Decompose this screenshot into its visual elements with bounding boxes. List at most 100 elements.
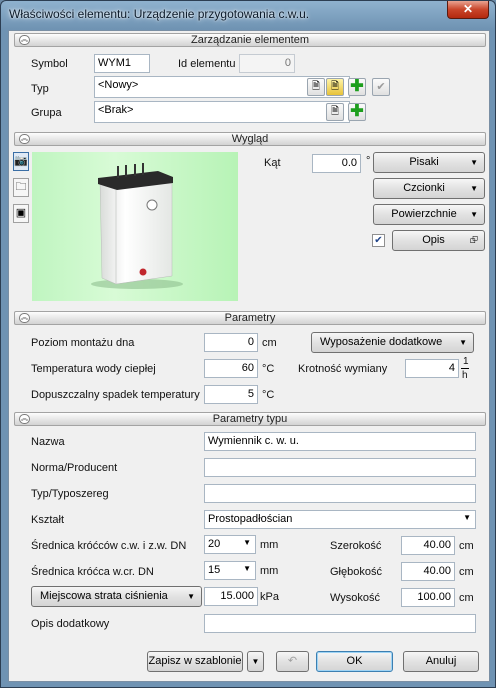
series-input[interactable] <box>204 484 476 503</box>
folder-icon[interactable]: 🗀 <box>13 178 29 197</box>
description-label: Opis <box>422 234 445 246</box>
dn-wcr-value: 15 <box>208 564 221 576</box>
section-type-parameters-header[interactable]: ︽ Parametry typu <box>14 412 486 426</box>
temp-drop-unit: °C <box>262 389 275 401</box>
boiler-image <box>91 163 183 289</box>
symbol-label: Symbol <box>31 58 68 70</box>
type-library-icon[interactable]: 🗎 <box>326 78 344 96</box>
properties-window: Właściwości elementu: Urządzenie przygot… <box>0 0 496 688</box>
type-browse-icon[interactable]: 🗎 <box>307 78 325 96</box>
confirm-type-icon[interactable]: ✔ <box>372 78 390 96</box>
water-temp-label: Temperatura wody ciepłej <box>31 363 156 375</box>
fraction-bar <box>461 368 469 369</box>
section-title: Wygląd <box>231 133 269 145</box>
norm-label: Norma/Producent <box>31 462 118 474</box>
fonts-label: Czcionki <box>403 182 445 194</box>
dn-cw-unit: mm <box>260 539 279 551</box>
fonts-button[interactable]: Czcionki ▼ <box>373 178 485 199</box>
pressure-loss-label: Miejscowa strata ciśnienia <box>40 590 168 602</box>
height-input[interactable]: 100.00 <box>401 588 455 607</box>
dropdown-arrow-icon: ▼ <box>463 513 471 522</box>
add-type-button[interactable]: ✚ <box>348 78 366 96</box>
element-preview <box>32 152 238 301</box>
pens-button[interactable]: Pisaki ▼ <box>373 152 485 173</box>
cancel-button[interactable]: Anuluj <box>403 651 479 672</box>
save-template-button[interactable]: Zapisz w szablonie <box>147 651 243 672</box>
dropdown-arrow-icon: ▼ <box>459 338 467 347</box>
section-management-header[interactable]: ︽ Zarządzanie elementem <box>14 33 486 47</box>
depth-unit: cm <box>459 566 474 578</box>
width-input[interactable]: 40.00 <box>401 536 455 555</box>
pressure-loss-unit: kPa <box>260 591 279 603</box>
mount-level-label: Poziom montażu dna <box>31 337 135 349</box>
description-button[interactable]: Opis ⮺ <box>392 230 485 251</box>
name-input[interactable]: Wymiennik c. w. u. <box>204 432 476 451</box>
section-appearance-header[interactable]: ︽ Wygląd <box>14 132 486 146</box>
group-browse-icon[interactable]: 🗎 <box>326 103 344 121</box>
dropdown-arrow-icon: ▼ <box>243 564 251 573</box>
title-bar[interactable]: Właściwości elementu: Urządzenie przygot… <box>1 1 495 29</box>
depth-input[interactable]: 40.00 <box>401 562 455 581</box>
element-id-label: Id elementu <box>178 58 236 70</box>
extra-description-input[interactable] <box>204 614 476 633</box>
surfaces-label: Powierzchnie <box>391 208 457 220</box>
extra-description-label: Opis dodatkowy <box>31 618 110 630</box>
element-id-field: 0 <box>239 54 295 73</box>
water-temp-unit: °C <box>262 363 275 375</box>
group-label: Grupa <box>31 107 62 119</box>
surfaces-button[interactable]: Powierzchnie ▼ <box>373 204 485 225</box>
temp-drop-label: Dopuszczalny spadek temperatury <box>31 389 200 401</box>
name-label: Nazwa <box>31 436 65 448</box>
open-window-icon: ⮺ <box>469 235 478 246</box>
cube-icon[interactable]: ▣ <box>13 204 29 223</box>
ok-button[interactable]: OK <box>316 651 393 672</box>
description-checkbox[interactable]: ✔ <box>372 234 385 247</box>
symbol-input[interactable]: WYM1 <box>94 54 150 73</box>
shape-select[interactable]: Prostopadłościan ▼ <box>204 510 476 529</box>
series-label: Typ/Typoszereg <box>31 488 109 500</box>
close-button[interactable]: ✕ <box>447 1 489 19</box>
width-label: Szerokość <box>330 540 382 552</box>
equipment-dropdown[interactable]: Wyposażenie dodatkowe ▼ <box>311 332 474 353</box>
camera-icon[interactable]: 📷 <box>13 152 29 171</box>
exchange-rate-input[interactable]: 4 <box>405 359 459 378</box>
temp-drop-input[interactable]: 5 <box>204 385 258 404</box>
dropdown-arrow-icon: ▼ <box>243 538 251 547</box>
water-temp-input[interactable]: 60 <box>204 359 258 378</box>
angle-unit: ° <box>366 155 371 167</box>
section-parameters-header[interactable]: ︽ Parametry <box>14 311 486 325</box>
pens-label: Pisaki <box>409 156 439 168</box>
exchange-unit-numerator: 1 <box>463 356 469 367</box>
depth-label: Głębokość <box>330 566 382 578</box>
pressure-loss-input[interactable]: 15.000 <box>204 587 258 606</box>
mount-level-unit: cm <box>262 337 277 349</box>
dn-cw-value: 20 <box>208 538 221 550</box>
height-label: Wysokość <box>330 592 381 604</box>
exchange-unit-denominator: h <box>462 370 468 381</box>
dn-wcr-unit: mm <box>260 565 279 577</box>
width-unit: cm <box>459 540 474 552</box>
dialog-body: ︽ Zarządzanie elementem Symbol WYM1 Id e… <box>8 30 490 682</box>
equipment-label: Wyposażenie dodatkowe <box>320 336 443 348</box>
mount-level-input[interactable]: 0 <box>204 333 258 352</box>
shape-value: Prostopadłościan <box>208 513 293 525</box>
dn-wcr-label: Średnica króćca w.cr. DN <box>31 566 154 578</box>
dropdown-arrow-icon: ▼ <box>187 592 195 601</box>
dn-cw-select[interactable]: 20 ▼ <box>204 535 256 554</box>
angle-label: Kąt <box>264 157 281 169</box>
angle-input[interactable]: 0.0 <box>312 154 361 173</box>
dn-cw-label: Średnica króćców c.w. i z.w. DN <box>31 540 187 552</box>
save-template-dropdown[interactable]: ▼ <box>247 651 264 672</box>
pressure-loss-dropdown[interactable]: Miejscowa strata ciśnienia ▼ <box>31 586 202 607</box>
norm-input[interactable] <box>204 458 476 477</box>
dn-wcr-select[interactable]: 15 ▼ <box>204 561 256 580</box>
dropdown-arrow-icon: ▼ <box>251 657 260 666</box>
dropdown-arrow-icon: ▼ <box>470 184 478 193</box>
group-field[interactable]: <Brak> <box>94 101 350 123</box>
section-title: Parametry typu <box>212 413 288 425</box>
dropdown-arrow-icon: ▼ <box>470 210 478 219</box>
add-group-button[interactable]: ✚ <box>348 103 366 121</box>
undo-icon[interactable]: ↶ <box>276 651 309 672</box>
type-label: Typ <box>31 83 49 95</box>
section-title: Zarządzanie elementem <box>190 34 309 46</box>
